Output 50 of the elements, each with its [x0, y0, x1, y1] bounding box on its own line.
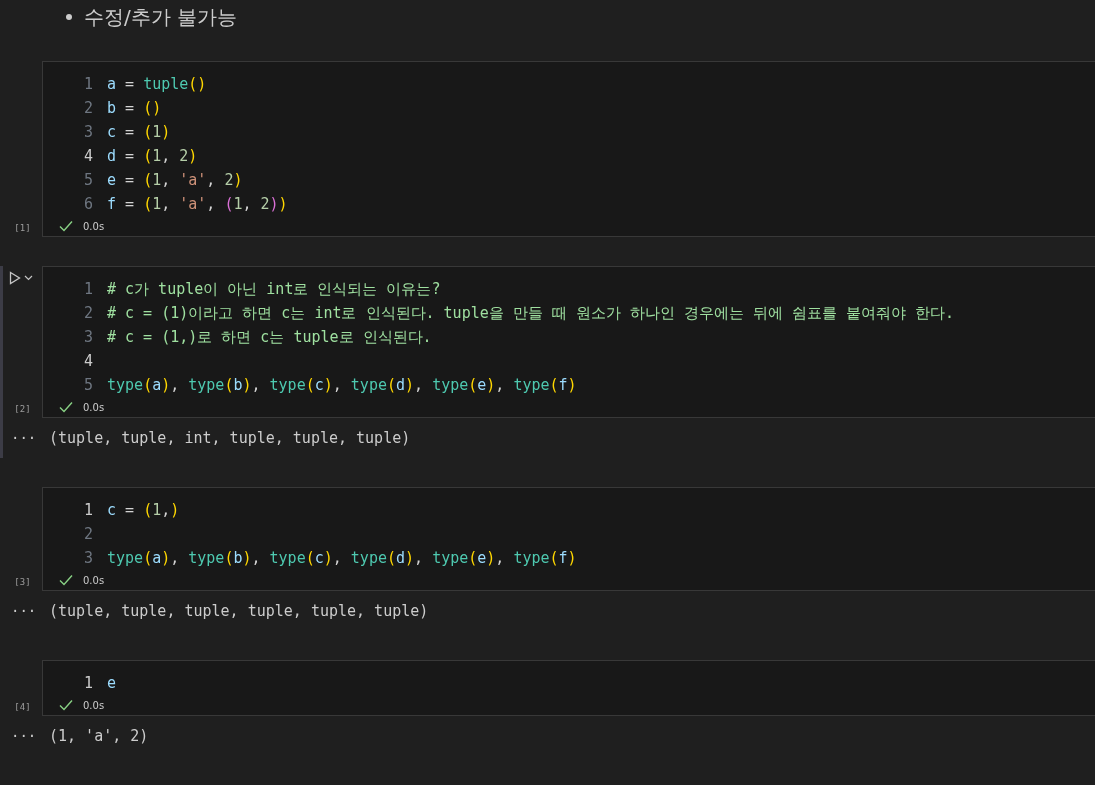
line-number: 1 — [82, 501, 94, 519]
bullet-icon — [66, 14, 72, 20]
line-number: 4 — [82, 352, 94, 370]
code-line: a = tuple() — [107, 75, 207, 93]
output-menu-dots[interactable]: ··· — [3, 603, 49, 619]
code-line: e = (1, 'a', 2) — [107, 171, 243, 189]
code-line: b = () — [107, 99, 162, 117]
execution-count: [3] — [14, 577, 31, 587]
line-number: 4 — [82, 147, 94, 165]
line-number: 5 — [82, 376, 94, 394]
output-menu-dots[interactable]: ··· — [3, 728, 49, 744]
code-cell[interactable]: 1 c = (1,) 2 3 type(a), type(b), type(c), type(d), type(e), type(f) 0.0s — [42, 487, 1095, 591]
code-line: # c = (1)이라고 하면 c는 int로 인식된다. tuple을 만들 때 원소가 하나인 경우에는 뒤에 쉼표를 붙여줘야 한다. — [107, 303, 955, 323]
code-line: d = (1, 2) — [107, 147, 198, 165]
run-icon[interactable] — [9, 271, 21, 285]
code-cell[interactable]: 1 e 0.0s — [42, 660, 1095, 716]
line-number: 2 — [82, 99, 94, 117]
cell-output: (tuple, tuple, int, tuple, tuple, tuple) — [49, 429, 411, 447]
execution-count: [4] — [14, 702, 31, 712]
line-number: 2 — [82, 304, 94, 322]
line-number: 3 — [82, 328, 94, 346]
cell-output: (1, 'a', 2) — [49, 727, 149, 745]
line-number: 3 — [82, 549, 94, 567]
code-line: type(a), type(b), type(c), type(d), type(e), type(f) — [107, 376, 577, 394]
line-number: 2 — [82, 525, 94, 543]
execution-count: [1] — [14, 223, 31, 233]
code-line: c = (1,) — [107, 501, 180, 519]
execution-time: 0.0s — [83, 574, 105, 586]
output-menu-dots[interactable]: ··· — [3, 430, 49, 446]
cell-output: (tuple, tuple, tuple, tuple, tuple, tuple) — [49, 602, 429, 620]
line-number: 6 — [82, 195, 94, 213]
line-number: 1 — [82, 75, 94, 93]
execution-time: 0.0s — [83, 220, 105, 232]
execution-count: [2] — [14, 404, 31, 414]
line-number: 5 — [82, 171, 94, 189]
code-line: e — [107, 674, 117, 692]
code-cell[interactable]: 1 # c가 tuple이 아닌 int로 인식되는 이유는? 2 # c = (1)이라고 하면 c는 int로 인식된다. tuple을 만들 때 원소가 하나인 경우에는 뒤에 쉼표를 붙여줘야 한다. 3 # c = (1,)로 하면 c는 tuple로 인식된다. 4 5 type(a), type(b), type(c), type(d), type(e), type(f) 0.0s — [42, 266, 1095, 418]
code-cell[interactable]: 1 a = tuple() 2 b = () 3 c = (1) 4 d = (1, 2) 5 e = (1, 'a', 2) 6 f = (1, 'a', (1, 2)) 0.0s — [42, 61, 1095, 237]
execution-time: 0.0s — [83, 699, 105, 711]
execution-time: 0.0s — [83, 401, 105, 413]
code-line: f = (1, 'a', (1, 2)) — [107, 195, 288, 213]
code-line: # c가 tuple이 아닌 int로 인식되는 이유는? — [107, 279, 441, 299]
line-number: 1 — [82, 674, 94, 692]
heading-text: 수정/추가 불가능 — [84, 3, 238, 31]
code-line: c = (1) — [107, 123, 171, 141]
line-number: 3 — [82, 123, 94, 141]
chevron-down-icon[interactable] — [24, 275, 33, 281]
code-line: type(a), type(b), type(c), type(d), type(e), type(f) — [107, 549, 577, 567]
line-number: 1 — [82, 280, 94, 298]
code-line: # c = (1,)로 하면 c는 tuple로 인식된다. — [107, 327, 432, 347]
